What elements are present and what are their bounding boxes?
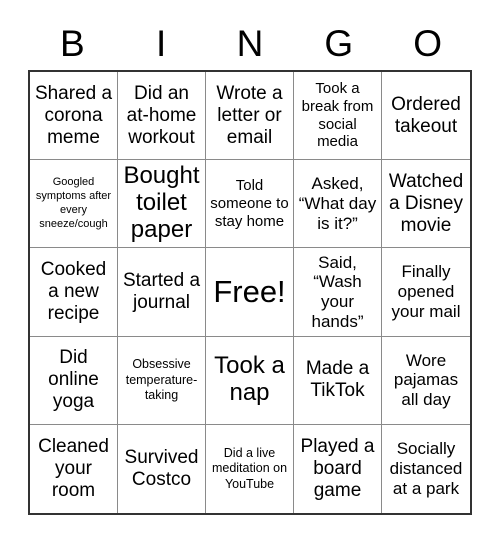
bingo-cell[interactable]: Wrote a letter or email: [206, 72, 294, 161]
bingo-cell-label: Googled symptoms after every sneeze/coug…: [35, 176, 112, 230]
header-letter-i: I: [156, 22, 167, 64]
bingo-cell-label: Shared a corona meme: [34, 82, 113, 148]
header-letter-g: G: [324, 22, 354, 64]
bingo-cell-label: Took a nap: [214, 352, 285, 407]
bingo-cell-free[interactable]: Free!: [206, 248, 294, 337]
bingo-cell-label: Wrote a letter or email: [216, 82, 283, 148]
bingo-cell-label: Did an at-home workout: [126, 82, 197, 148]
bingo-cell[interactable]: Shared a corona meme: [30, 72, 118, 161]
bingo-cell-label: Ordered takeout: [391, 93, 461, 137]
bingo-cell[interactable]: Did online yoga: [30, 336, 118, 425]
bingo-cell-label: Cleaned your room: [38, 435, 109, 501]
bingo-cell-label: Finally opened your mail: [391, 262, 461, 321]
bingo-cell[interactable]: Played a board game: [294, 424, 382, 513]
bingo-cell[interactable]: Took a break from social media: [294, 72, 382, 161]
bingo-cell[interactable]: Said, “Wash your hands”: [294, 248, 382, 337]
bingo-cell[interactable]: Bought toilet paper: [118, 160, 206, 249]
bingo-cell[interactable]: Survived Costco: [118, 424, 206, 513]
bingo-cell[interactable]: Did an at-home workout: [118, 72, 206, 161]
bingo-cell[interactable]: Told someone to stay home: [206, 160, 294, 249]
bingo-cell-label: Cooked a new recipe: [40, 258, 107, 324]
bingo-cell-label: Bought toilet paper: [123, 162, 200, 244]
bingo-cell-label: Did online yoga: [48, 347, 99, 413]
header-letter-b: B: [60, 22, 85, 64]
bingo-cell[interactable]: Wore pajamas all day: [382, 336, 470, 425]
bingo-cell-label: Took a break from social media: [301, 80, 374, 151]
bingo-cell-label: Survived Costco: [124, 446, 199, 490]
bingo-cell[interactable]: Made a TikTok: [294, 336, 382, 425]
bingo-cell-label: Said, “Wash your hands”: [311, 252, 364, 331]
header-letter-n: N: [236, 22, 264, 64]
bingo-cell-label: Told someone to stay home: [210, 177, 289, 230]
bingo-cell[interactable]: Cooked a new recipe: [30, 248, 118, 337]
bingo-cell-label: Socially distanced at a park: [389, 439, 463, 498]
bingo-cell-label: Asked, “What day is it?”: [298, 174, 377, 233]
bingo-cell[interactable]: Googled symptoms after every sneeze/coug…: [30, 160, 118, 249]
bingo-cell[interactable]: Cleaned your room: [30, 424, 118, 513]
bingo-cell-label: Obsessive temperature-taking: [125, 357, 198, 402]
header-letter-o: O: [413, 22, 442, 64]
bingo-cell[interactable]: Watched a Disney movie: [382, 160, 470, 249]
bingo-cell-label: Free!: [213, 273, 286, 309]
bingo-grid: Shared a corona meme Did an at-home worko…: [28, 70, 472, 515]
bingo-cell[interactable]: Socially distanced at a park: [382, 424, 470, 513]
bingo-cell[interactable]: Ordered takeout: [382, 72, 470, 161]
bingo-cell-label: Watched a Disney movie: [388, 170, 464, 236]
bingo-cell[interactable]: Finally opened your mail: [382, 248, 470, 337]
bingo-cell-label: Made a TikTok: [305, 358, 370, 402]
bingo-cell-label: Did a live meditation on YouTube: [211, 446, 288, 491]
bingo-header: B I N G O: [28, 16, 472, 70]
bingo-cell-label: Played a board game: [300, 435, 375, 501]
bingo-cell-label: Started a journal: [122, 269, 201, 313]
bingo-cell[interactable]: Asked, “What day is it?”: [294, 160, 382, 249]
bingo-cell[interactable]: Took a nap: [206, 336, 294, 425]
bingo-cell[interactable]: Did a live meditation on YouTube: [206, 424, 294, 513]
bingo-cell[interactable]: Obsessive temperature-taking: [118, 336, 206, 425]
bingo-cell[interactable]: Started a journal: [118, 248, 206, 337]
bingo-cell-label: Wore pajamas all day: [393, 350, 459, 410]
bingo-card: B I N G O Shared a corona meme Did an at-…: [0, 0, 500, 544]
